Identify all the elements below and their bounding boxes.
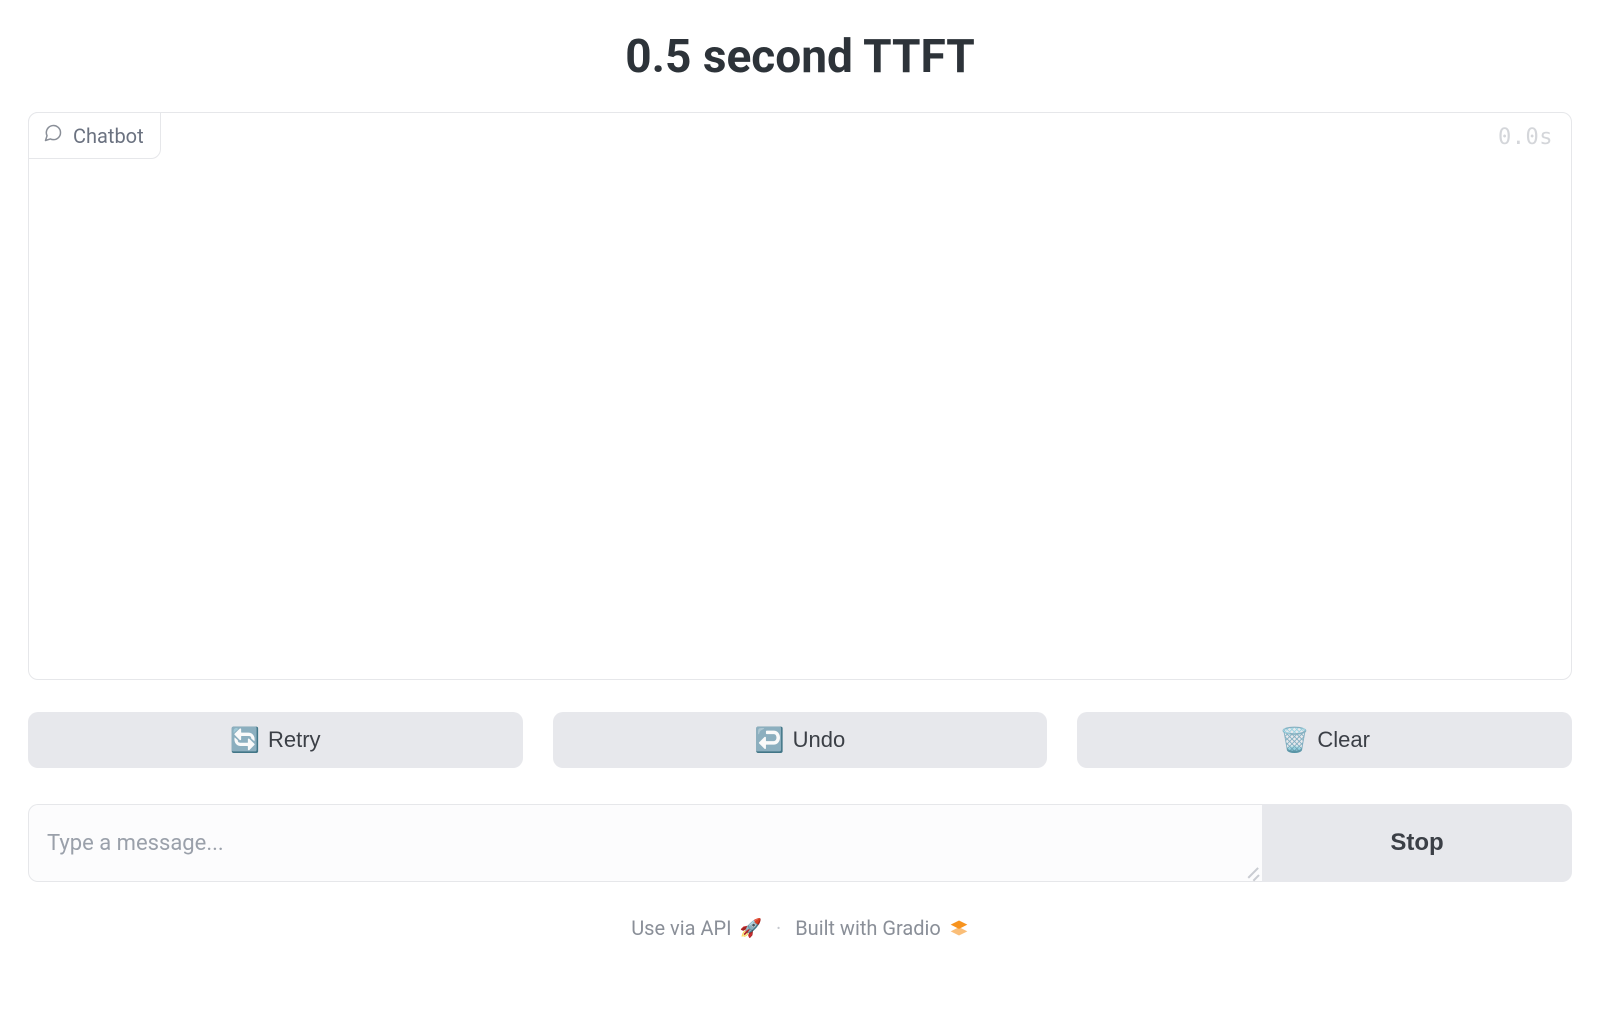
page-title: 0.5 second TTFT xyxy=(28,30,1572,84)
message-input-wrap xyxy=(28,804,1262,882)
clear-button[interactable]: 🗑️ Clear xyxy=(1077,712,1572,768)
input-row: Stop xyxy=(28,804,1572,882)
use-via-api-link[interactable]: Use via API 🚀 xyxy=(631,916,762,940)
built-with-gradio-link[interactable]: Built with Gradio xyxy=(795,916,969,940)
undo-label: Undo xyxy=(793,727,846,753)
retry-button[interactable]: 🔄 Retry xyxy=(28,712,523,768)
retry-icon: 🔄 xyxy=(230,726,260,755)
chatbot-panel: Chatbot 0.0s xyxy=(28,112,1572,680)
chatbot-tab-label: Chatbot xyxy=(73,124,144,148)
footer: Use via API 🚀 · Built with Gradio xyxy=(28,916,1572,940)
chatbot-tab: Chatbot xyxy=(28,112,161,159)
undo-button[interactable]: ↩️ Undo xyxy=(553,712,1048,768)
stop-button[interactable]: Stop xyxy=(1262,804,1572,882)
rocket-icon: 🚀 xyxy=(740,918,762,939)
undo-icon: ↩️ xyxy=(755,726,785,755)
use-via-api-label: Use via API xyxy=(631,916,731,940)
clear-label: Clear xyxy=(1317,727,1370,753)
resize-handle-icon xyxy=(1242,863,1258,879)
gradio-logo-icon xyxy=(949,918,969,938)
message-input[interactable] xyxy=(47,831,1244,856)
chat-icon xyxy=(43,123,63,148)
footer-separator: · xyxy=(776,916,781,940)
clear-icon: 🗑️ xyxy=(1279,726,1309,755)
latency-timer: 0.0s xyxy=(1498,125,1553,150)
actions-row: 🔄 Retry ↩️ Undo 🗑️ Clear xyxy=(28,712,1572,768)
retry-label: Retry xyxy=(268,727,321,753)
built-with-gradio-label: Built with Gradio xyxy=(795,916,941,940)
